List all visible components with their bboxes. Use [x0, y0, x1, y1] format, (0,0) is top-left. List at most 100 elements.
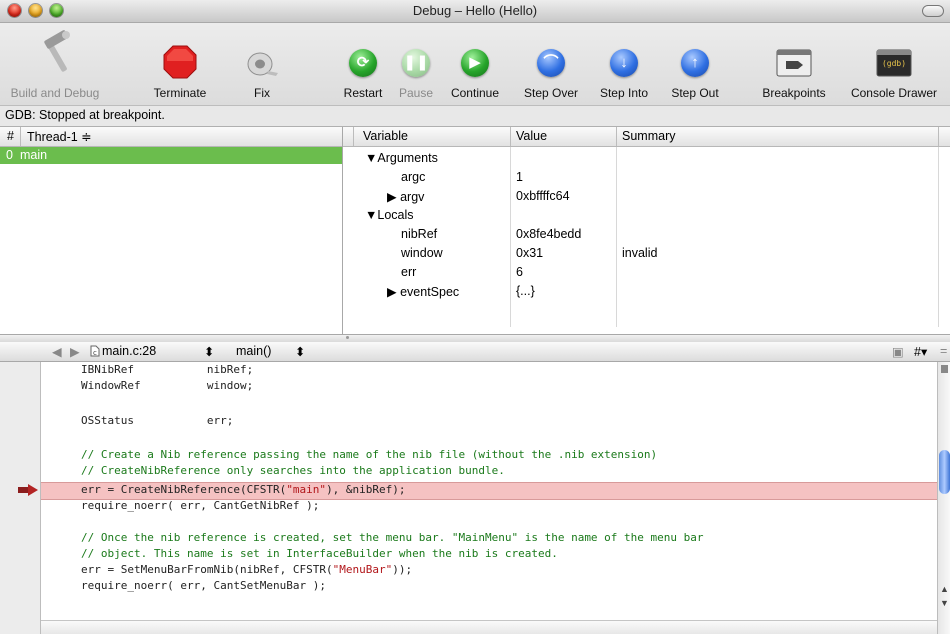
variable-name: ▶ argv	[387, 190, 425, 204]
value-column-header[interactable]: Value	[516, 129, 547, 143]
variable-name: argc	[401, 170, 426, 184]
function-popup[interactable]: main()	[236, 344, 271, 358]
variable-row[interactable]: argc 1	[343, 168, 938, 187]
variable-row[interactable]: err 6	[343, 263, 938, 282]
thread-selector[interactable]: Thread-1 ≑	[27, 129, 92, 144]
thread-row-name: main	[20, 148, 48, 162]
variable-name: ▼Locals	[365, 208, 414, 222]
variable-name: nibRef	[401, 227, 438, 241]
scrollbar-thumb[interactable]	[939, 450, 950, 494]
code-comment: // Once the nib reference is created, se…	[81, 531, 704, 544]
variable-row[interactable]: ▼Locals	[343, 206, 938, 225]
editor-nav-bar: ◀ ▶ c main.c:28 ⬍ main() ⬍ ▣ #▾ =	[0, 342, 950, 362]
restart-label: Restart	[343, 86, 383, 100]
horizontal-scrollbar[interactable]	[41, 620, 937, 634]
console-drawer-button[interactable]: (gdb) Console Drawer	[842, 23, 946, 105]
c-file-icon: c	[90, 345, 100, 357]
code-comment: // CreateNibReference only searches into…	[81, 464, 505, 477]
variable-row[interactable]: nibRef 0x8fe4bedd	[343, 225, 938, 244]
current-code-line: err = CreateNibReference(CFSTR("main"), …	[81, 483, 406, 496]
variable-row[interactable]: window 0x31 invalid	[343, 244, 938, 263]
variable-row[interactable]: ▶ argv 0xbffffc64	[343, 187, 938, 206]
variable-value: 0x8fe4bedd	[516, 227, 582, 241]
step-into-icon: ↓	[610, 49, 638, 77]
breakpoints-label: Breakpoints	[762, 86, 826, 100]
variable-name: ▼Arguments	[365, 151, 438, 165]
fix-label: Fix	[254, 86, 270, 100]
step-over-button[interactable]: ⌒ Step Over	[517, 23, 585, 105]
function-popup-arrows-icon[interactable]: ⬍	[295, 344, 305, 359]
build-and-debug-label: Build and Debug	[10, 86, 100, 100]
fix-button[interactable]: Fix	[232, 23, 292, 105]
thread-col-num[interactable]: #	[7, 129, 14, 143]
thread-row-num: 0	[6, 148, 13, 162]
scroll-down-arrow-icon[interactable]: ▼	[940, 598, 949, 608]
pause-icon: ❚❚	[402, 49, 430, 77]
thread-row[interactable]: 0 main	[0, 147, 342, 164]
restart-button[interactable]: ⟳ Restart	[338, 23, 388, 105]
restart-icon: ⟳	[349, 49, 377, 77]
current-line-arrow-icon	[18, 484, 38, 496]
summary-column-header[interactable]: Summary	[622, 129, 675, 143]
step-over-label: Step Over	[523, 86, 579, 100]
pause-button[interactable]: ❚❚ Pause	[393, 23, 439, 105]
code-line: IBNibRef nibRef;	[81, 363, 254, 376]
thread-pane: # Thread-1 ≑ 0 main	[0, 127, 343, 334]
status-bar: GDB: Stopped at breakpoint.	[0, 105, 950, 127]
thread-header: # Thread-1 ≑	[0, 127, 342, 147]
title-bar[interactable]: Debug – Hello (Hello)	[0, 0, 950, 23]
variable-column-header[interactable]: Variable	[363, 129, 408, 143]
debug-window: Debug – Hello (Hello) Build and Debug Te…	[0, 0, 950, 634]
variable-name: ▶ eventSpec	[387, 285, 460, 299]
variables-pane: Variable Value Summary ▼Arguments argc 1…	[343, 127, 950, 334]
hash-menu-icon[interactable]: #▾	[914, 344, 927, 359]
terminate-button[interactable]: Terminate	[142, 23, 218, 105]
toolbar: Build and Debug Terminate Fix ⟳ Restart …	[0, 23, 950, 105]
status-text: GDB: Stopped at breakpoint.	[5, 108, 165, 122]
code-comment: // object. This name is set in Interface…	[81, 547, 558, 560]
variable-value: 6	[516, 265, 523, 279]
variable-value: 1	[516, 170, 523, 184]
code-comment: // Create a Nib reference passing the na…	[81, 448, 658, 461]
build-and-debug-button[interactable]: Build and Debug	[6, 23, 104, 105]
variable-value: 0x31	[516, 246, 544, 260]
forward-arrow-icon[interactable]: ▶	[70, 344, 80, 359]
svg-text:c: c	[93, 349, 97, 357]
step-over-icon: ⌒	[537, 49, 565, 77]
vertical-scrollbar[interactable]: ▲ ▼	[937, 362, 950, 634]
file-popup[interactable]: main.c:28	[102, 344, 156, 358]
console-drawer-label: Console Drawer	[850, 86, 938, 100]
continue-label: Continue	[450, 86, 500, 100]
code-line: require_noerr( err, CantGetNibRef );	[81, 499, 320, 512]
code-line: require_noerr( err, CantSetMenuBar );	[81, 579, 327, 592]
continue-icon: ▶	[461, 49, 489, 77]
variable-row[interactable]: ▼Arguments	[343, 149, 938, 168]
code-line: err = SetMenuBarFromNib(nibRef, CFSTR("M…	[81, 563, 413, 576]
editor-gutter[interactable]	[0, 362, 41, 634]
variable-summary: invalid	[622, 246, 658, 260]
stop-octagon-icon	[163, 45, 197, 79]
scroll-top-icon	[941, 365, 948, 373]
step-out-button[interactable]: ↑ Step Out	[662, 23, 728, 105]
scroll-up-arrow-icon[interactable]: ▲	[940, 584, 949, 594]
gdb-icon-text: (gdb)	[881, 59, 907, 68]
breakpoints-button[interactable]: Breakpoints	[754, 23, 834, 105]
step-into-label: Step Into	[599, 86, 649, 100]
terminate-label: Terminate	[153, 86, 207, 100]
code-editor[interactable]: IBNibRef nibRef; WindowRef window; OSSta…	[41, 362, 937, 634]
variable-value: 0xbffffc64	[516, 189, 570, 203]
back-arrow-icon[interactable]: ◀	[52, 344, 62, 359]
step-out-icon: ↑	[681, 49, 709, 77]
step-out-label: Step Out	[671, 86, 719, 100]
variable-value: {...}	[516, 284, 535, 298]
continue-button[interactable]: ▶ Continue	[445, 23, 505, 105]
variable-row[interactable]: ▶ eventSpec {...}	[343, 282, 938, 301]
window-title: Debug – Hello (Hello)	[412, 3, 538, 18]
code-line: WindowRef window;	[81, 379, 254, 392]
step-into-button[interactable]: ↓ Step Into	[591, 23, 657, 105]
pause-label: Pause	[398, 86, 434, 100]
split-editor-icon[interactable]: =	[940, 344, 947, 358]
toolbar-toggle-button[interactable]	[922, 5, 944, 17]
file-popup-arrows-icon[interactable]: ⬍	[204, 344, 214, 359]
bookmarks-icon[interactable]: ▣	[892, 344, 904, 359]
